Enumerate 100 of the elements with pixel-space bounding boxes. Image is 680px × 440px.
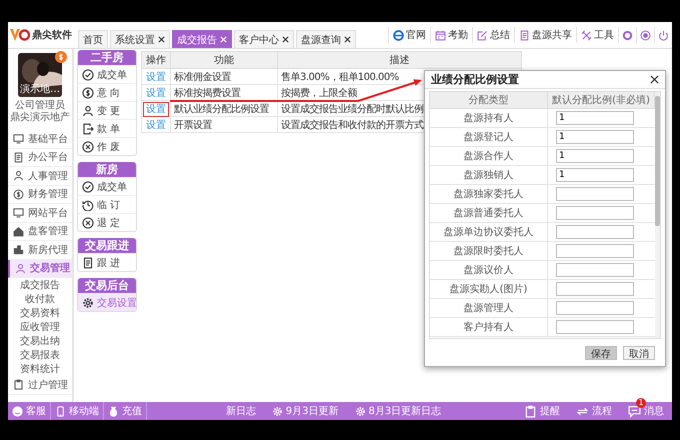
group-header: 新房 [78, 162, 136, 177]
settings-link[interactable]: 设置 [143, 118, 169, 132]
table-cell: 开票设置 [170, 116, 278, 132]
sidebar-item[interactable]: 财务管理 [8, 186, 72, 204]
document-icon [519, 30, 530, 40]
toolbar-button[interactable]: 工具 [576, 27, 618, 43]
globe-icon [393, 30, 404, 40]
user-role: 公司管理员 [15, 100, 65, 112]
scrollbar-thumb[interactable] [655, 96, 660, 226]
cancel-button[interactable]: 取消 [623, 346, 655, 360]
sidebar-subitem[interactable]: 收付款 [8, 292, 72, 306]
target-icon [640, 30, 651, 40]
gear-icon [272, 406, 283, 416]
person-icon [82, 104, 94, 116]
menu-item[interactable]: 临 订 [78, 195, 136, 213]
clipboard-icon [524, 404, 537, 418]
ratio-field[interactable] [556, 263, 634, 277]
menu-item[interactable]: 退 定 [78, 213, 136, 231]
settings-link[interactable]: 设置 [143, 70, 169, 84]
close-icon[interactable] [158, 36, 165, 43]
logo-text: 鼎尖软件 [32, 28, 72, 42]
ratio-field[interactable] [556, 244, 634, 258]
sidebar-subitem[interactable]: 交易资料 [8, 306, 72, 320]
tab[interactable]: 首页 [78, 30, 108, 48]
sidebar-item[interactable]: 基础平台 [8, 130, 72, 148]
table-cell: 盘源普通委托人 [430, 204, 548, 223]
group-header: 交易后台 [78, 278, 136, 293]
user-name: 演示地… [19, 82, 61, 96]
gear-icon [354, 406, 366, 416]
menu-item[interactable]: 意 向 [78, 83, 136, 101]
ratio-field[interactable] [556, 187, 634, 201]
ratio-field[interactable] [556, 320, 634, 334]
sidebar-subitem[interactable]: 成交报告 [8, 278, 72, 292]
menu-item[interactable]: 成交单 [78, 65, 136, 83]
settings-link[interactable]: 设置 [143, 86, 169, 100]
menu-item[interactable]: 成交单 [78, 177, 136, 195]
coin-icon [13, 188, 24, 200]
toolbar-button[interactable]: 考勤 [430, 27, 472, 43]
ratio-field[interactable]: 1 [556, 168, 634, 182]
toolbar-button[interactable]: 官网 [388, 27, 430, 43]
save-button[interactable]: 保存 [585, 346, 617, 360]
tab[interactable]: 盘源查询 [296, 30, 356, 48]
menu-item[interactable]: 交易设置 [78, 293, 136, 311]
sidebar-subitem[interactable]: 交易出纳 [8, 334, 72, 348]
ratio-field[interactable] [556, 301, 634, 315]
menu-item[interactable]: 跟 进 [78, 253, 136, 271]
document-arrow-icon [82, 122, 94, 134]
tab[interactable]: 成交报告 [172, 30, 232, 48]
gear-icon [82, 296, 94, 308]
chat-icon [628, 404, 641, 418]
clipboard-icon [13, 379, 24, 390]
group-header: 交易跟进 [78, 238, 136, 253]
ratio-field[interactable] [556, 225, 634, 239]
table-cell: 盘源管理人 [430, 299, 548, 318]
dollar-circle-icon [82, 86, 94, 98]
table-cell: 客户持有人 [430, 318, 548, 337]
table-cell: 盘源实勘人(图片) [430, 280, 548, 299]
sidebar-item[interactable]: 人事管理 [8, 167, 72, 186]
menu-item[interactable]: 作 废 [78, 137, 136, 155]
toolbar-button[interactable]: 盘源共享 [514, 27, 576, 43]
close-icon[interactable] [344, 36, 351, 43]
tab[interactable]: 客户中心 [234, 30, 294, 48]
ratio-field[interactable]: 1 [556, 149, 634, 163]
group-header: 二手房 [78, 50, 136, 65]
toolbar-button[interactable]: 总结 [472, 27, 514, 43]
sidebar-item[interactable]: 盘客管理 [8, 222, 72, 241]
settings-link[interactable]: 设置 [143, 102, 169, 116]
calendar-icon [435, 30, 446, 40]
close-icon[interactable] [282, 36, 289, 43]
table-cell: 盘源合作人 [430, 147, 548, 166]
table-cell: 默认业绩分配比例设置 [170, 100, 278, 116]
sidebar-subitem[interactable]: 应收管理 [8, 320, 72, 334]
sidebar-item[interactable]: 网站平台 [8, 204, 72, 222]
column-header: 分配类型 [430, 92, 548, 109]
table-cell: 盘源登记人 [430, 128, 548, 147]
sidebar-subitem[interactable]: 资料统计 [8, 362, 72, 376]
sidebar-item[interactable]: 过户管理 [8, 376, 72, 394]
table-cell: 盘源持有人 [430, 109, 548, 128]
ratio-field[interactable]: 1 [556, 111, 634, 125]
table-cell: 标准佣金设置 [170, 68, 278, 84]
ratio-field[interactable] [556, 282, 634, 296]
sidebar-subitem[interactable]: 交易报表 [8, 348, 72, 362]
power-icon [658, 30, 669, 40]
edit-icon [477, 30, 488, 40]
cross-circle-icon [82, 216, 94, 228]
menu-item[interactable]: 款 单 [78, 119, 136, 137]
column-header: 默认分配比例(非必填) [548, 92, 655, 109]
table-cell: 盘源单边协议委托人 [430, 223, 548, 242]
phone-icon [55, 406, 66, 416]
close-icon[interactable] [650, 75, 659, 84]
table-cell: 盘源限时委托人 [430, 242, 548, 261]
monitor-icon [13, 207, 24, 218]
tab[interactable]: 系统设置 [110, 30, 170, 48]
column-header: 描述 [278, 52, 522, 68]
ratio-field[interactable] [556, 206, 634, 220]
monitor-icon [13, 133, 24, 144]
clock-icon [82, 198, 94, 210]
sidebar-item[interactable]: 办公平台 [8, 148, 72, 167]
menu-item[interactable]: 变 更 [78, 101, 136, 119]
ratio-field[interactable]: 1 [556, 130, 634, 144]
